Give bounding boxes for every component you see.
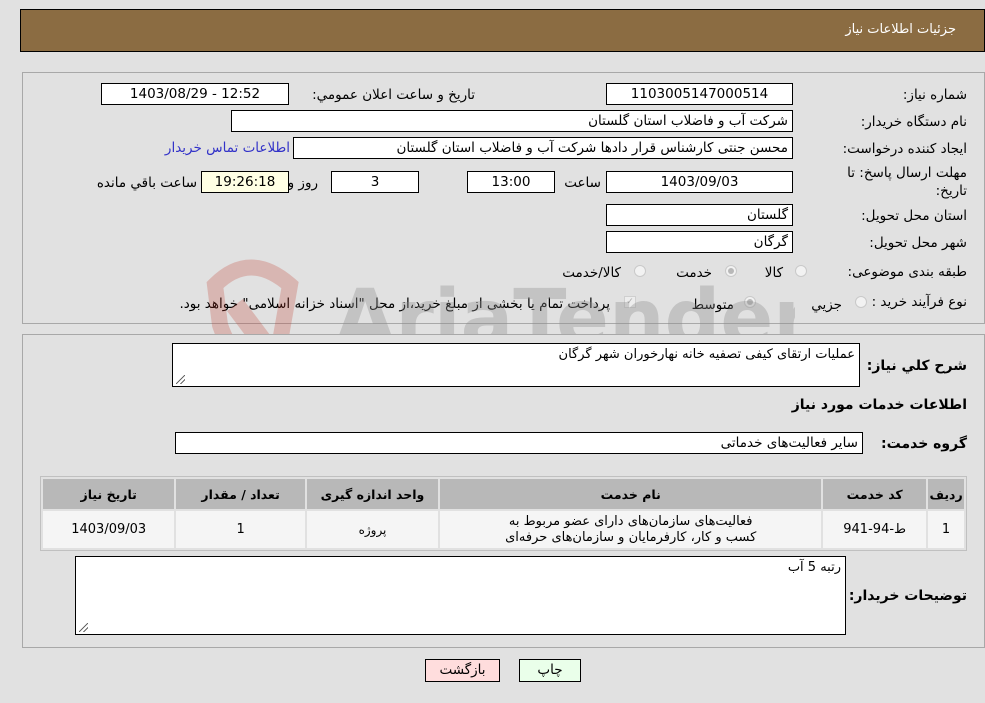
col-need-date: تاریخ نیاز <box>43 479 175 509</box>
time-remaining-field: 19:26:18 <box>201 171 289 193</box>
deadline-time-field: 13:00 <box>467 171 555 193</box>
category-service-radio[interactable] <box>725 265 737 277</box>
description-value: عملیات ارتقای کیفی تصفیه خانه نهارخوران … <box>558 347 855 362</box>
cell-quantity: 1 <box>176 511 305 548</box>
announce-datetime-field: 1403/08/29 - 12:52 <box>101 83 289 105</box>
page-title: جزئیات اطلاعات نیاز <box>845 22 956 37</box>
buyer-org-field: شرکت آب و فاضلاب استان گلستان <box>231 110 793 132</box>
table-header-row: تاریخ نیاز تعداد / مقدار واحد اندازه گیر… <box>43 479 964 509</box>
buyer-contact-link[interactable]: اطلاعات تماس خریدار <box>165 140 290 156</box>
cell-service-name: فعالیت‌های سازمان‌های دارای عضو مربوط به… <box>440 511 822 548</box>
city-field: گرگان <box>606 231 793 253</box>
col-unit: واحد اندازه گیری <box>306 479 439 509</box>
table-row: 1403/09/03 1 پروژه فعالیت‌های سازمان‌های… <box>43 511 964 548</box>
col-row-number: ردیف <box>928 479 964 509</box>
buyer-notes-value: رتبه 5 آب <box>787 560 841 575</box>
time-remaining-label: ساعت باقي مانده <box>96 175 197 191</box>
cell-unit: پروژه <box>306 511 439 548</box>
category-service-label: خدمت <box>676 265 712 281</box>
back-button[interactable]: بازگشت <box>425 659 500 682</box>
cell-row-number: 1 <box>928 511 964 548</box>
resize-grip-icon[interactable] <box>176 375 185 384</box>
col-service-code: کد خدمت <box>823 479 927 509</box>
print-button[interactable]: چاپ <box>519 659 581 682</box>
process-label: نوع فرآیند خرید : <box>871 294 967 310</box>
deadline-time-label: ساعت <box>564 175 601 191</box>
need-number-label: شماره نیاز: <box>902 87 967 103</box>
service-group-field: سایر فعالیت‌های خدماتی <box>175 432 863 454</box>
announce-label: تاریخ و ساعت اعلان عمومي: <box>312 87 475 103</box>
process-minor-radio[interactable] <box>855 296 867 308</box>
creator-field: محسن جنتی کارشناس قرار دادها شرکت آب و ف… <box>293 137 793 159</box>
category-label: طبقه بندی موضوعی: <box>847 264 967 280</box>
col-service-name: نام خدمت <box>440 479 822 509</box>
need-number-field: 1103005147000514 <box>606 83 793 105</box>
process-minor-label: جزيي <box>811 297 842 313</box>
resize-grip-icon[interactable] <box>79 623 88 632</box>
treasury-checkbox[interactable]: ✓ <box>624 296 636 308</box>
treasury-text: پرداخت تمام یا بخشی از مبلغ خرید،از محل … <box>179 296 610 312</box>
category-goods-service-radio[interactable] <box>634 265 646 277</box>
creator-label: ایجاد کننده درخواست: <box>842 141 967 157</box>
city-label: شهر محل تحویل: <box>869 235 967 251</box>
days-label: روز و <box>287 175 318 191</box>
category-goods-radio[interactable] <box>795 265 807 277</box>
province-field: گلستان <box>606 204 793 226</box>
services-table: تاریخ نیاز تعداد / مقدار واحد اندازه گیر… <box>40 476 967 551</box>
cell-service-code: ط-94-941 <box>823 511 927 548</box>
page-header: جزئیات اطلاعات نیاز <box>20 9 985 52</box>
col-quantity: تعداد / مقدار <box>176 479 305 509</box>
cell-need-date: 1403/09/03 <box>43 511 175 548</box>
category-goods-label: کالا <box>764 265 783 281</box>
description-textarea[interactable]: عملیات ارتقای کیفی تصفیه خانه نهارخوران … <box>172 343 860 387</box>
province-label: استان محل تحویل: <box>861 208 967 224</box>
buyer-notes-textarea[interactable]: رتبه 5 آب <box>75 556 846 635</box>
days-remaining-field: 3 <box>331 171 419 193</box>
service-group-label: گروه خدمت: <box>881 436 967 452</box>
category-goods-service-label: کالا/خدمت <box>562 265 621 281</box>
deadline-date-field: 1403/09/03 <box>606 171 793 193</box>
process-medium-label: متوسط <box>691 297 734 313</box>
process-medium-radio[interactable] <box>744 296 756 308</box>
deadline-label: مهلت ارسال پاسخ: تا تاریخ: <box>847 165 967 199</box>
description-label: شرح کلي نیاز: <box>866 358 967 374</box>
services-heading: اطلاعات خدمات مورد نیاز <box>791 397 967 413</box>
buyer-org-label: نام دستگاه خریدار: <box>860 114 967 130</box>
buyer-notes-label: توضیحات خریدار: <box>848 588 967 604</box>
